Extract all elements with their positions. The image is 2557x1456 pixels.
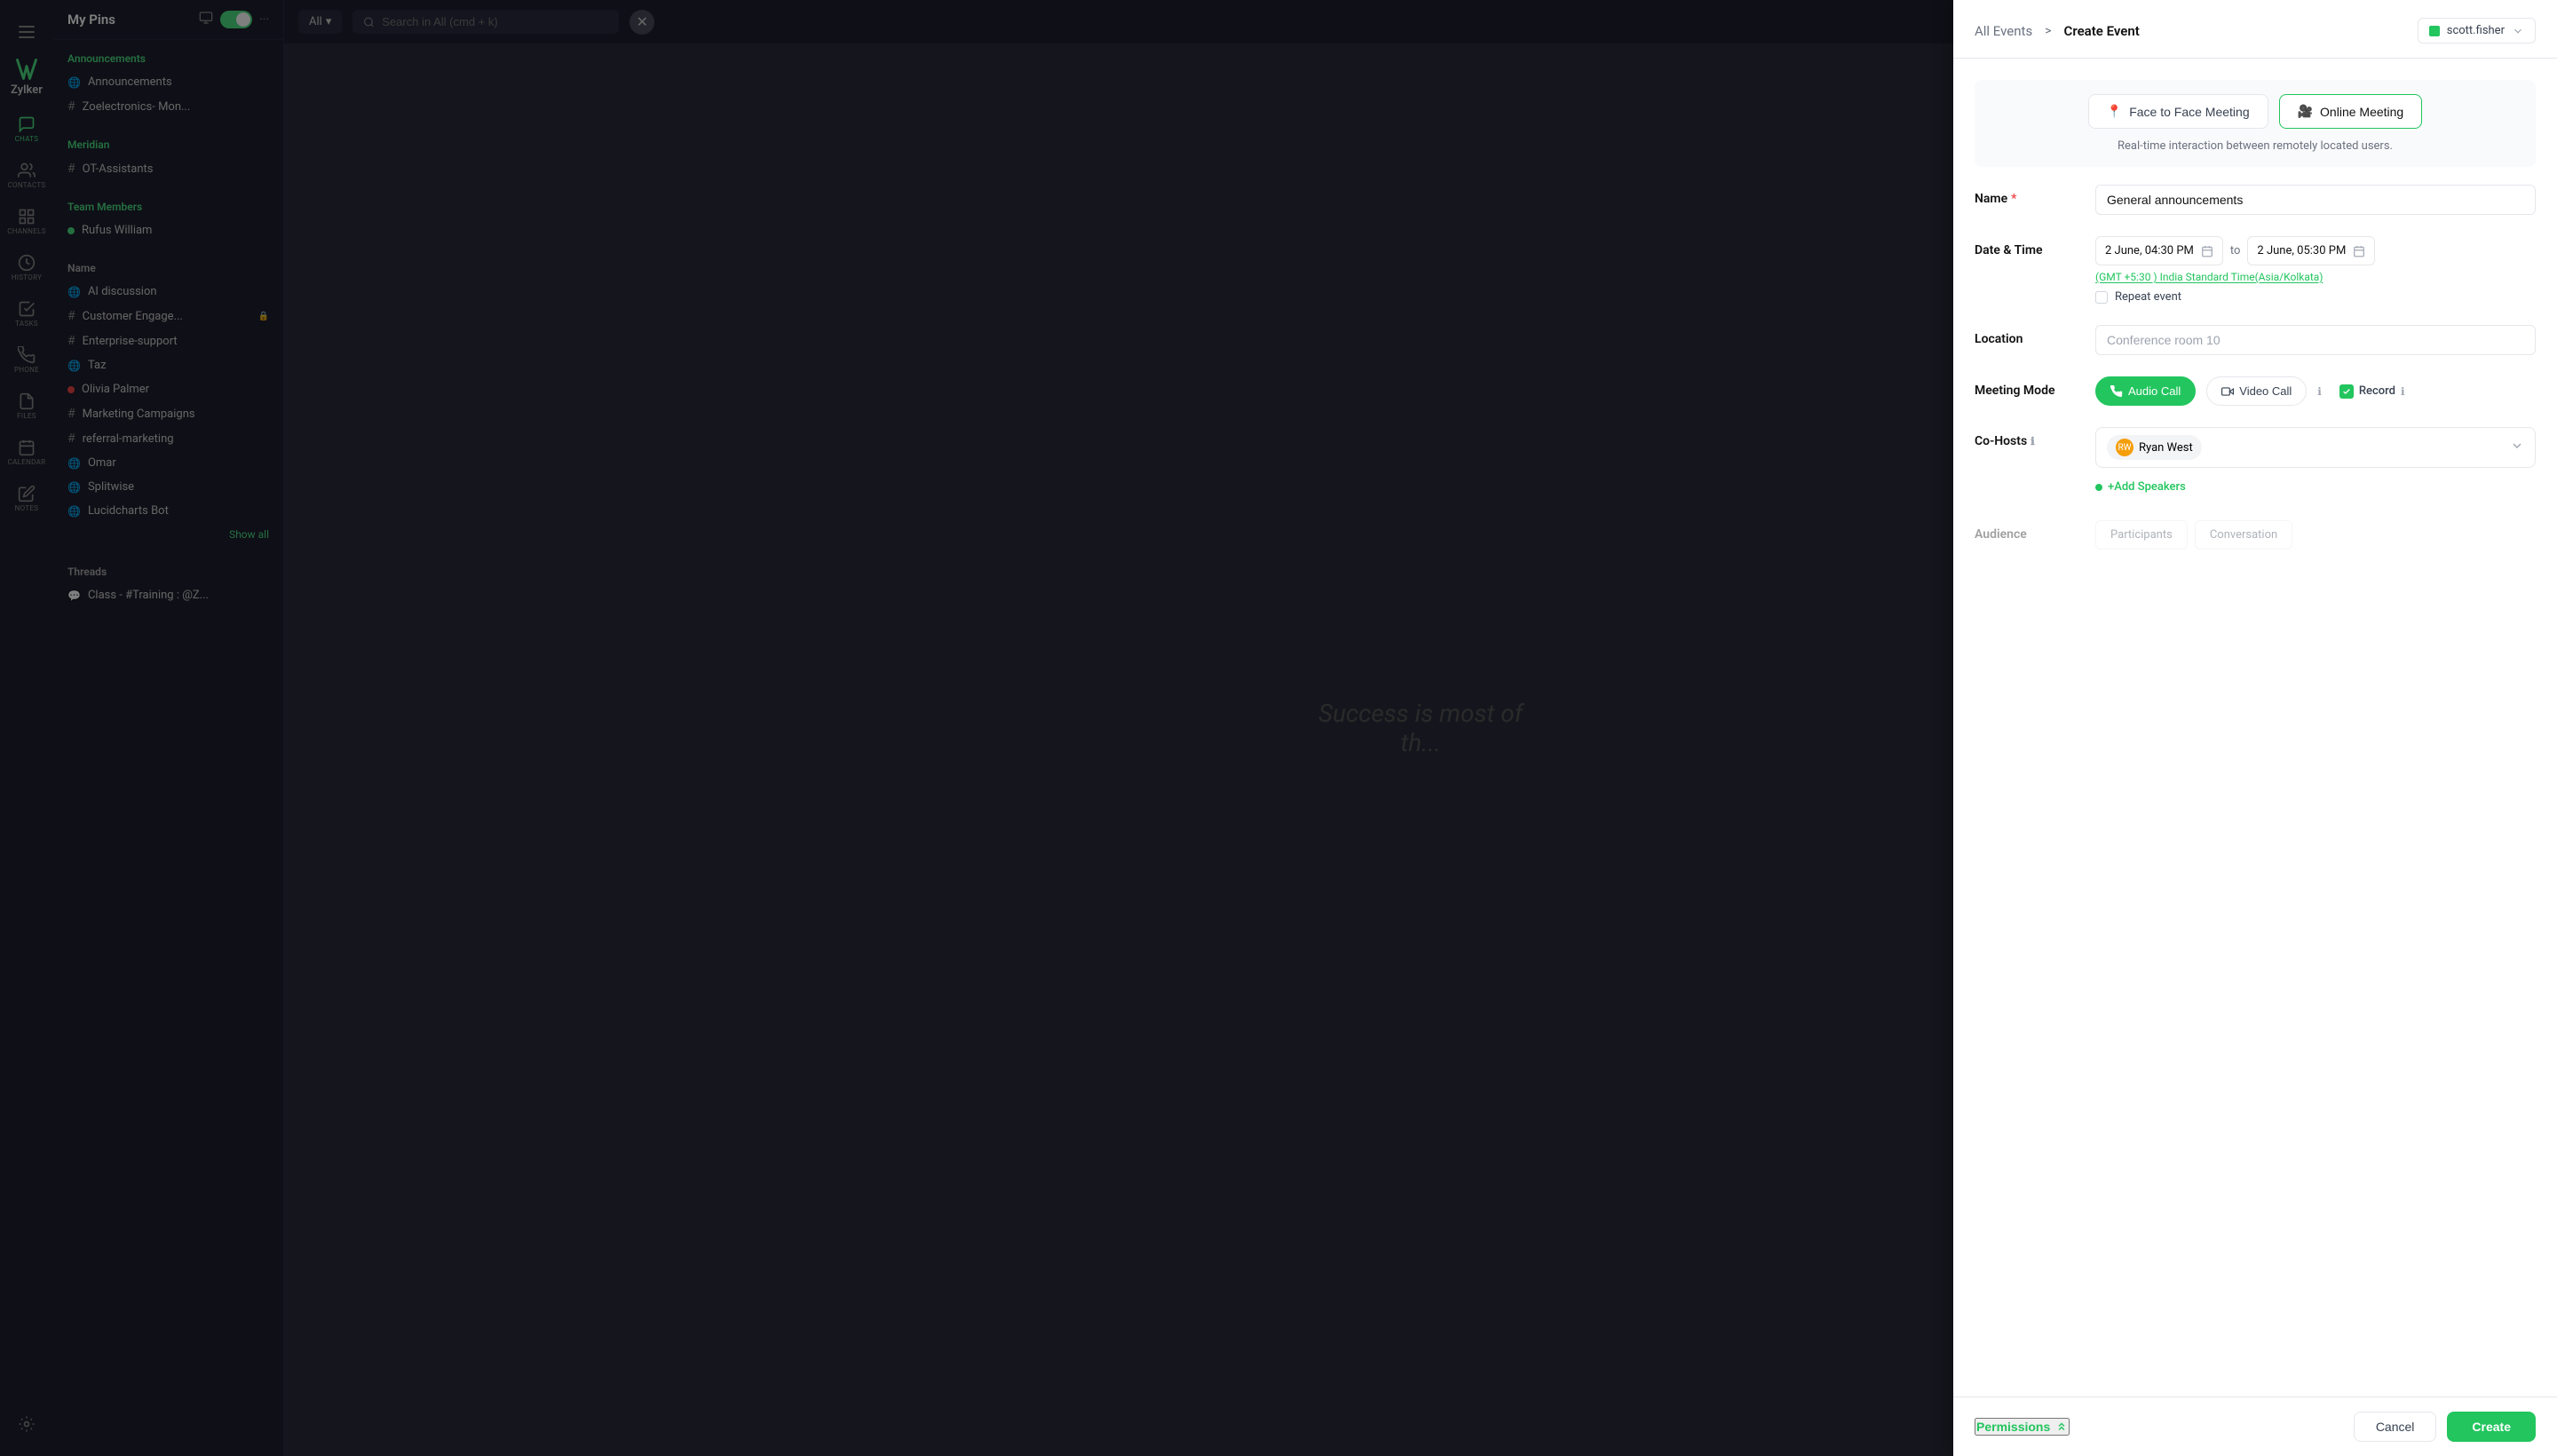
- record-row: Record ℹ: [2339, 384, 2405, 399]
- cohost-tag: RW Ryan West: [2107, 435, 2202, 460]
- location-field-row: Location: [1975, 325, 2536, 355]
- phone-icon: [2110, 385, 2123, 398]
- event-name-input[interactable]: [2095, 185, 2536, 215]
- user-color-indicator: [2429, 26, 2440, 36]
- cohost-name: Ryan West: [2139, 441, 2193, 455]
- cohosts-control: RW Ryan West +Add Speakers: [2095, 427, 2536, 499]
- date-from-picker[interactable]: 2 June, 04:30 PM: [2095, 236, 2223, 265]
- date-from-value: 2 June, 04:30 PM: [2105, 244, 2194, 257]
- face-to-face-icon: 📍: [2107, 104, 2122, 119]
- breadcrumb-all-events: All Events: [1975, 23, 2032, 39]
- video-icon: [2221, 385, 2234, 398]
- online-meeting-label: Online Meeting: [2320, 105, 2403, 119]
- cancel-button[interactable]: Cancel: [2354, 1412, 2437, 1442]
- datetime-row: 2 June, 04:30 PM to 2 June, 05:30 PM: [2095, 236, 2536, 265]
- modal-body: 📍 Face to Face Meeting 🎥 Online Meeting …: [1953, 59, 2557, 1397]
- mode-row: Audio Call Video Call ℹ Record ℹ: [2095, 376, 2536, 406]
- cohosts-field-row: Co-Hosts ℹ RW Ryan West +Add Speakers: [1975, 427, 2536, 499]
- repeat-checkbox[interactable]: [2095, 291, 2108, 304]
- cohosts-info-icon[interactable]: ℹ: [2031, 435, 2035, 447]
- breadcrumb-separator: >: [2045, 24, 2051, 38]
- participants-button[interactable]: Participants: [2095, 520, 2188, 550]
- calendar-icon: [2353, 245, 2365, 257]
- mode-info-icon[interactable]: ℹ: [2317, 385, 2322, 398]
- record-checkbox[interactable]: [2339, 384, 2354, 399]
- repeat-label: Repeat event: [2115, 290, 2181, 304]
- permissions-button[interactable]: Permissions: [1975, 1418, 2070, 1436]
- online-meeting-button[interactable]: 🎥 Online Meeting: [2279, 94, 2423, 129]
- audience-control: Participants Conversation: [2095, 520, 2536, 550]
- permissions-label: Permissions: [1976, 1420, 2050, 1434]
- datetime-control: 2 June, 04:30 PM to 2 June, 05:30 PM (GM…: [2095, 236, 2536, 304]
- modal-footer: Permissions Cancel Create: [1953, 1397, 2557, 1456]
- record-info-icon[interactable]: ℹ: [2401, 385, 2405, 398]
- cohosts-chevron[interactable]: [2510, 439, 2524, 456]
- date-to-picker[interactable]: 2 June, 05:30 PM: [2247, 236, 2375, 265]
- create-button[interactable]: Create: [2447, 1412, 2536, 1442]
- meeting-mode-row: Meeting Mode Audio Call Video Call ℹ: [1975, 376, 2536, 406]
- audio-call-button[interactable]: Audio Call: [2095, 376, 2196, 406]
- location-input[interactable]: [2095, 325, 2536, 355]
- meeting-type-section: 📍 Face to Face Meeting 🎥 Online Meeting …: [1975, 80, 2536, 167]
- cohosts-dropdown[interactable]: RW Ryan West: [2095, 427, 2536, 468]
- timezone-link[interactable]: (GMT +5:30 ) India Standard Time(Asia/Ko…: [2095, 271, 2536, 283]
- checkmark-icon: [2342, 387, 2351, 396]
- footer-actions: Cancel Create: [2354, 1412, 2536, 1442]
- name-field-control: [2095, 185, 2536, 215]
- video-call-label: Video Call: [2239, 384, 2292, 398]
- repeat-row: Repeat event: [2095, 290, 2536, 304]
- face-to-face-label: Face to Face Meeting: [2129, 105, 2249, 119]
- datetime-label: Date & Time: [1975, 236, 2081, 257]
- name-label: Name *: [1975, 185, 2081, 206]
- create-event-modal: All Events > Create Event scott.fisher 📍…: [1953, 0, 2557, 1456]
- datetime-field-row: Date & Time 2 June, 04:30 PM to 2 June, …: [1975, 236, 2536, 304]
- location-label: Location: [1975, 325, 2081, 346]
- audience-row: Audience Participants Conversation: [1975, 520, 2536, 550]
- face-to-face-button[interactable]: 📍 Face to Face Meeting: [2088, 94, 2268, 129]
- record-label: Record: [2359, 384, 2395, 398]
- cohost-avatar: RW: [2116, 439, 2133, 456]
- add-speakers-label: +Add Speakers: [2108, 480, 2186, 494]
- chevron-down-icon: [2512, 25, 2524, 37]
- user-selector[interactable]: scott.fisher: [2418, 18, 2536, 44]
- online-meeting-icon: 🎥: [2298, 104, 2313, 119]
- meeting-mode-label: Meeting Mode: [1975, 376, 2081, 398]
- modal-title: Create Event: [2064, 23, 2140, 39]
- conversation-button[interactable]: Conversation: [2195, 520, 2292, 550]
- add-speakers-button[interactable]: +Add Speakers: [2095, 475, 2536, 499]
- required-indicator: *: [2011, 192, 2016, 206]
- user-name: scott.fisher: [2447, 24, 2505, 37]
- modal-header: All Events > Create Event scott.fisher: [1953, 0, 2557, 59]
- video-call-button[interactable]: Video Call: [2206, 376, 2307, 406]
- name-field-row: Name *: [1975, 185, 2536, 215]
- meeting-desc: Real-time interaction between remotely l…: [2118, 139, 2393, 153]
- meeting-mode-control: Audio Call Video Call ℹ Record ℹ: [2095, 376, 2536, 406]
- cohosts-label: Co-Hosts ℹ: [1975, 427, 2081, 448]
- calendar-icon: [2201, 245, 2213, 257]
- chevrons-up-icon: [2055, 1420, 2068, 1433]
- meeting-type-buttons: 📍 Face to Face Meeting 🎥 Online Meeting: [2088, 94, 2422, 129]
- date-to-value: 2 June, 05:30 PM: [2257, 244, 2346, 257]
- speaker-dot: [2095, 484, 2102, 491]
- audience-label: Audience: [1975, 520, 2081, 542]
- to-separator: to: [2230, 244, 2241, 257]
- location-control: [2095, 325, 2536, 355]
- audio-call-label: Audio Call: [2128, 384, 2181, 398]
